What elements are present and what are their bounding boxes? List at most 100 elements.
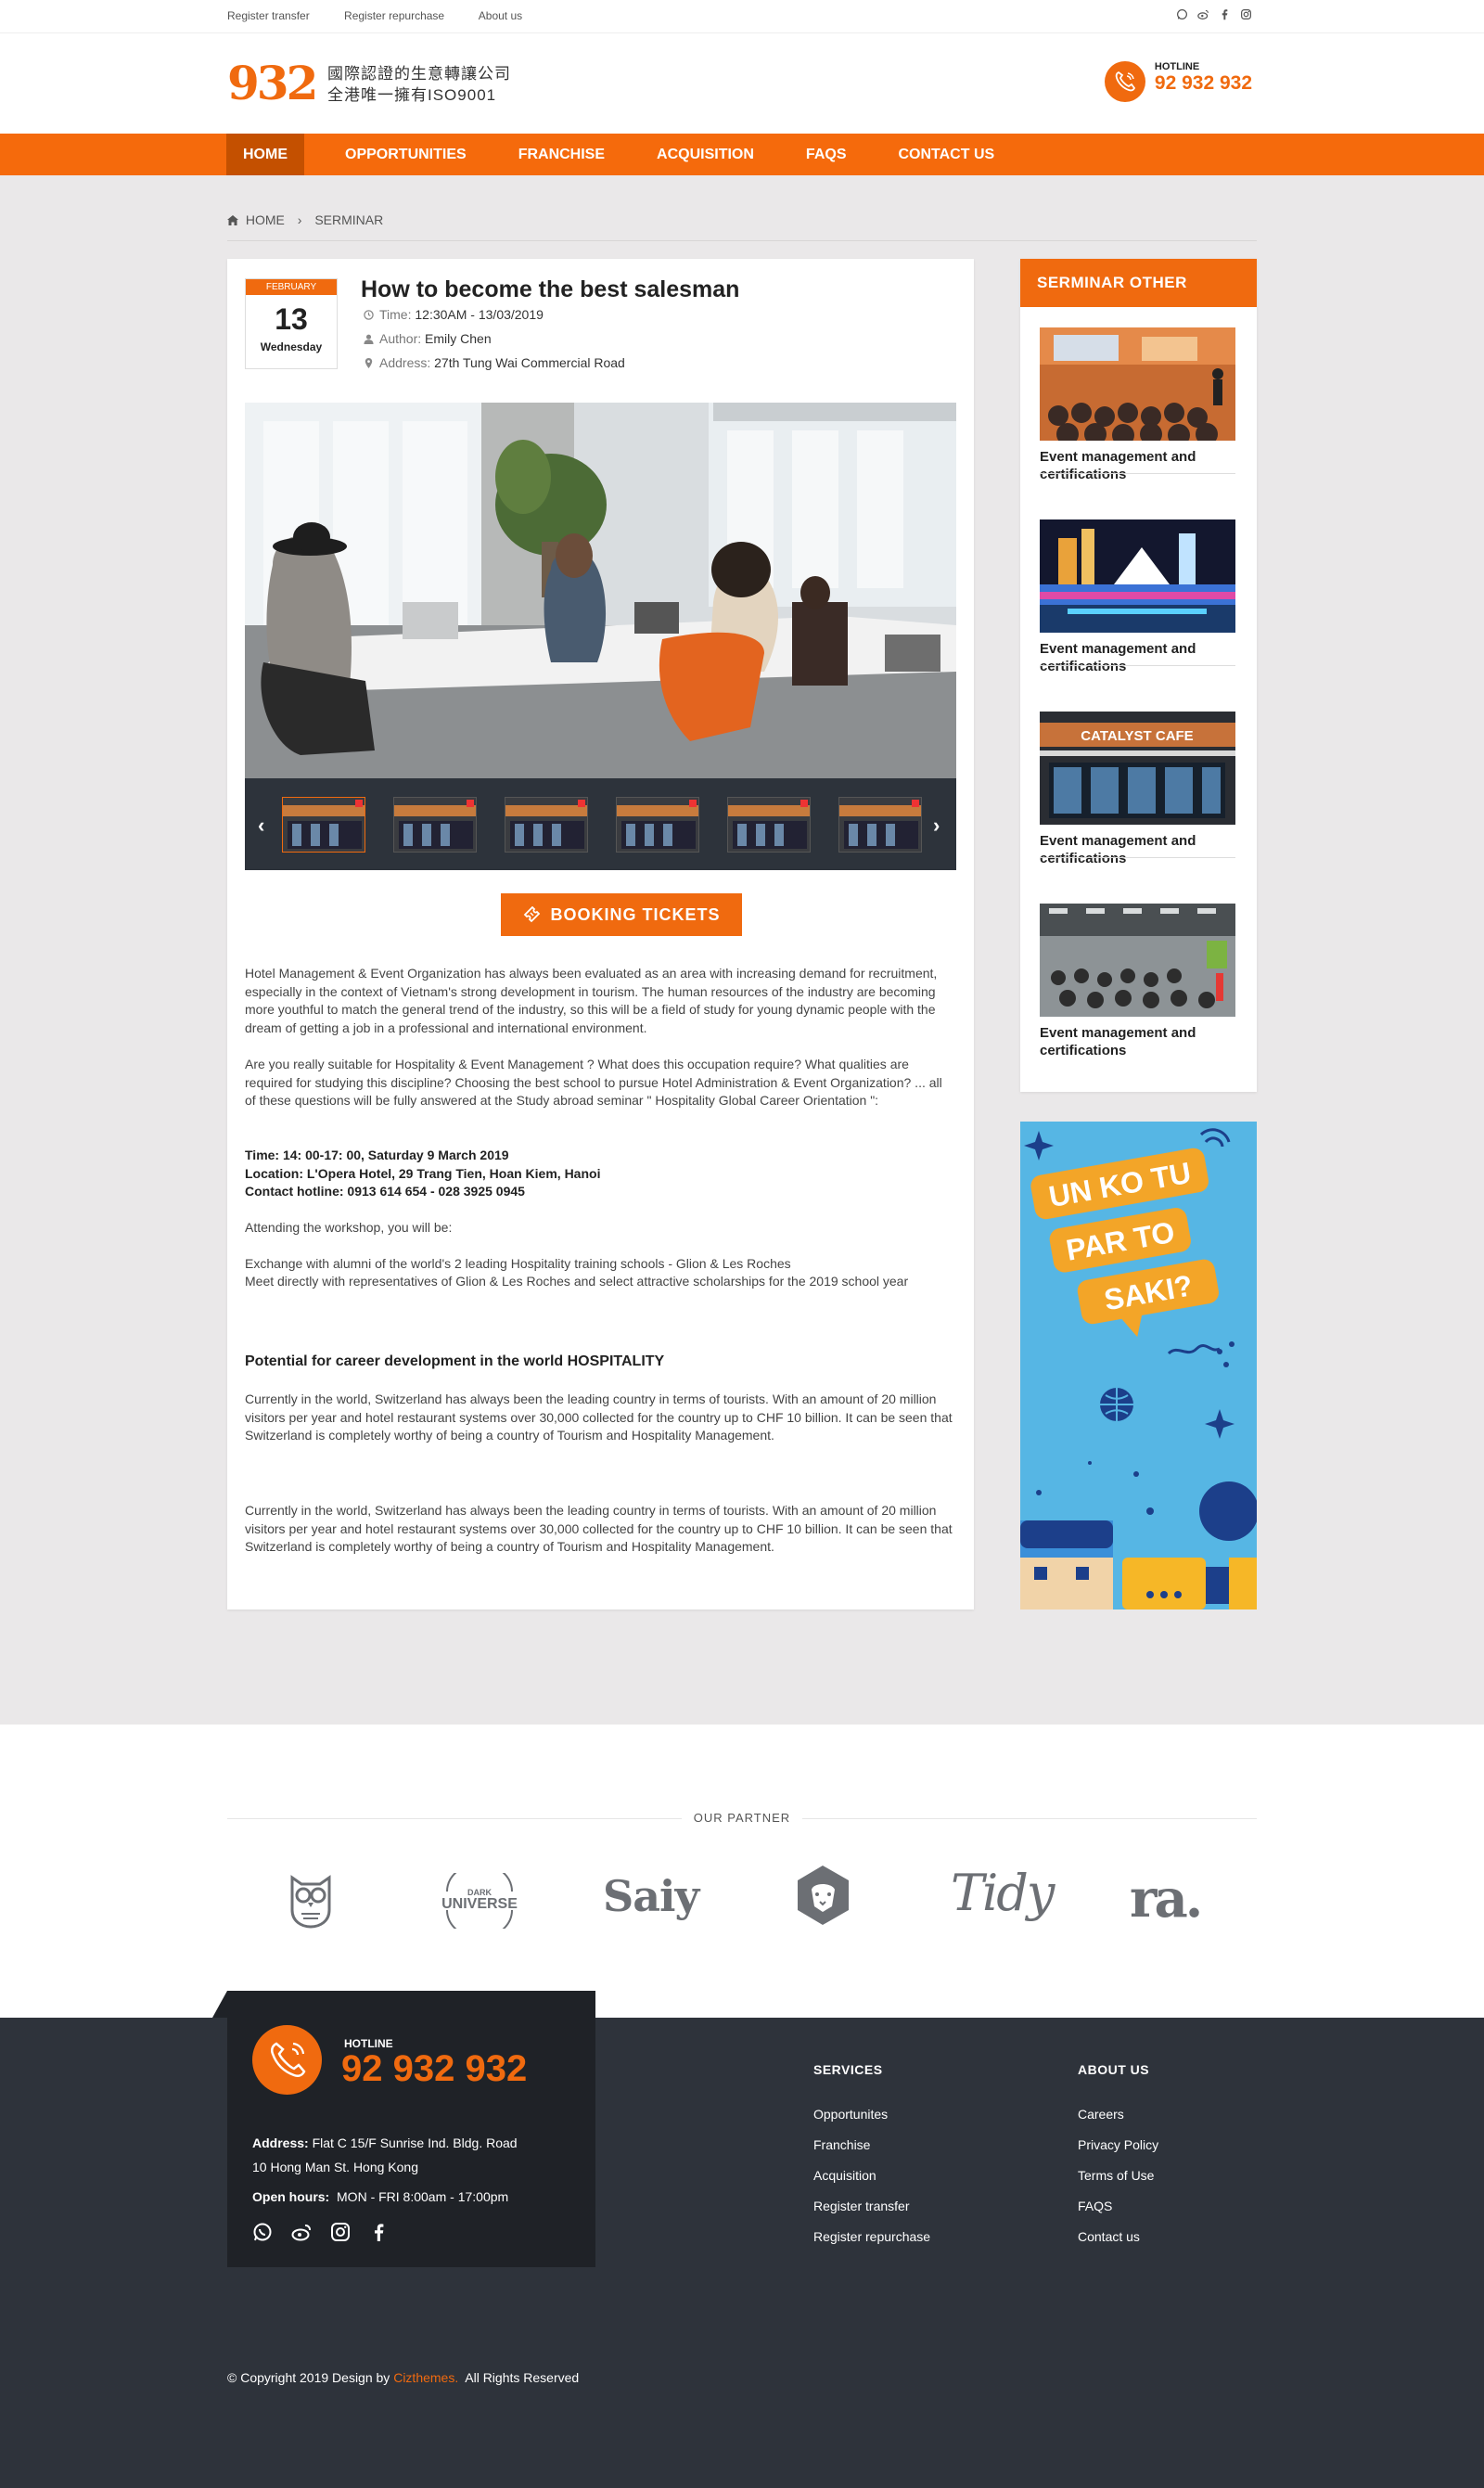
- article-paragraph: Currently in the world, Switzerland has …: [245, 1503, 953, 1554]
- partner-tidy-logo[interactable]: Tidy: [951, 1864, 1055, 1922]
- sidebar-divider: [1040, 665, 1235, 666]
- author-label: Author:: [379, 331, 422, 346]
- seminar-caption[interactable]: Event management and certifications: [1040, 1024, 1235, 1059]
- logo-line-2: 全港唯一擁有ISO9001: [327, 86, 497, 104]
- footer-hotline-number[interactable]: 92 932 932: [341, 2048, 527, 2090]
- footer-link-privacy-policy[interactable]: Privacy Policy: [1078, 2137, 1158, 2152]
- nav-home[interactable]: HOME: [226, 134, 304, 175]
- hotline-number[interactable]: 92 932 932: [1155, 72, 1252, 95]
- cizthemes-link[interactable]: Cizthemes.: [393, 2370, 458, 2385]
- info-contact: Contact hotline: 0913 614 654 - 028 3925…: [245, 1184, 525, 1199]
- carousel-thumbnail[interactable]: [727, 797, 811, 853]
- svg-text:CATALYST CAFE: CATALYST CAFE: [1081, 728, 1193, 744]
- seminar-caption[interactable]: Event management and certifications: [1040, 640, 1235, 675]
- sidebar-seminar-item[interactable]: Event management and certifications: [1040, 327, 1235, 483]
- services-title: SERVICES: [813, 2062, 883, 2077]
- footer-link-careers[interactable]: Careers: [1078, 2107, 1158, 2122]
- event-detail-card: FEBRUARY 13 Wednesday How to become the …: [227, 259, 974, 1610]
- footer-link-franchise[interactable]: Franchise: [813, 2137, 930, 2152]
- partner-ra-logo[interactable]: ra.: [1130, 1868, 1203, 1930]
- logo-line-1: 國際認證的生意轉讓公司: [327, 65, 511, 83]
- seminar-thumbnail[interactable]: [1040, 519, 1235, 633]
- instagram-icon[interactable]: [330, 2222, 351, 2242]
- footer-link-register-repurchase[interactable]: Register repurchase: [813, 2229, 930, 2244]
- weibo-icon[interactable]: [1197, 8, 1209, 20]
- location-pin-icon: [365, 358, 373, 368]
- logo-number[interactable]: 932: [227, 56, 318, 110]
- nav-acquisition[interactable]: ACQUISITION: [640, 134, 771, 175]
- partner-lion-logo[interactable]: [793, 1864, 853, 1931]
- address-label: Address:: [379, 355, 431, 370]
- whatsapp-icon[interactable]: [252, 2222, 273, 2242]
- carousel-thumbnail[interactable]: [393, 797, 477, 853]
- seminar-caption[interactable]: Event management and certifications: [1040, 448, 1235, 483]
- facebook-icon[interactable]: [369, 2222, 390, 2242]
- sidebar-seminar-item[interactable]: CATALYST CAFE Event management and certi…: [1040, 712, 1235, 867]
- breadcrumb: HOME › SERMINAR: [227, 212, 383, 227]
- breadcrumb-current: SERMINAR: [314, 212, 384, 227]
- seminar-thumbnail[interactable]: [1040, 904, 1235, 1017]
- breadcrumb-home[interactable]: HOME: [246, 212, 285, 227]
- header-hotline[interactable]: HOTLINE 92 932 932: [1104, 61, 1252, 102]
- time-value: 12:30AM - 13/03/2019: [415, 307, 544, 322]
- facebook-icon[interactable]: [1219, 8, 1231, 20]
- main-area: HOME › SERMINAR FEBRUARY 13 Wednesday Ho…: [0, 175, 1484, 1725]
- booking-tickets-button[interactable]: BOOKING TICKETS: [501, 893, 742, 936]
- whatsapp-icon[interactable]: [1176, 8, 1188, 20]
- nav-faqs[interactable]: FAQS: [789, 134, 864, 175]
- footer-link-faqs[interactable]: FAQS: [1078, 2199, 1158, 2213]
- instagram-icon[interactable]: [1240, 8, 1252, 20]
- footer-services-column: SERVICES Opportunites Franchise Acquisit…: [813, 2062, 930, 2260]
- carousel-thumbnail[interactable]: [282, 797, 365, 853]
- nav-contact-us[interactable]: CONTACT US: [881, 134, 1011, 175]
- footer-link-acquisition[interactable]: Acquisition: [813, 2168, 930, 2183]
- footer-link-terms-of-use[interactable]: Terms of Use: [1078, 2168, 1158, 2183]
- footer-about-column: ABOUT US Careers Privacy Policy Terms of…: [1078, 2062, 1158, 2260]
- sidebar-seminar-item[interactable]: Event management and certifications: [1040, 904, 1235, 1059]
- footer-social-icons: [252, 2222, 390, 2242]
- carousel-thumbnail[interactable]: [838, 797, 922, 853]
- register-repurchase-link[interactable]: Register repurchase: [344, 9, 444, 22]
- footer-link-opportunites[interactable]: Opportunites: [813, 2107, 930, 2122]
- advertisement-banner[interactable]: UN KO TU PAR TO SAKI?: [1020, 1122, 1257, 1610]
- seminar-caption[interactable]: Event management and certifications: [1040, 832, 1235, 867]
- footer-link-contact-us[interactable]: Contact us: [1078, 2229, 1158, 2244]
- seminar-thumbnail[interactable]: CATALYST CAFE: [1040, 712, 1235, 825]
- about-us-link[interactable]: About us: [479, 9, 522, 22]
- sidebar-seminar-item[interactable]: Event management and certifications: [1040, 519, 1235, 675]
- address-value: 27th Tung Wai Commercial Road: [434, 355, 625, 370]
- info-location: Location: L'Opera Hotel, 29 Trang Tien, …: [245, 1166, 601, 1181]
- top-social-icons: [1176, 8, 1252, 20]
- top-bar: Register transfer Register repurchase Ab…: [0, 0, 1484, 33]
- carousel-thumbnail[interactable]: [505, 797, 588, 853]
- partner-dark-universe-logo[interactable]: DARK UNIVERSE: [433, 1863, 526, 1939]
- time-label: Time:: [379, 307, 412, 322]
- carousel-thumbnail[interactable]: [616, 797, 699, 853]
- address-label: Address:: [252, 2135, 309, 2150]
- carousel-prev-icon[interactable]: ‹: [258, 814, 264, 838]
- carousel-next-icon[interactable]: ›: [933, 814, 940, 838]
- nav-franchise[interactable]: FRANCHISE: [502, 134, 621, 175]
- event-weekday: Wednesday: [260, 340, 323, 353]
- register-transfer-link[interactable]: Register transfer: [227, 9, 310, 22]
- author-value: Emily Chen: [425, 331, 492, 346]
- nav-opportunities[interactable]: OPPORTUNITIES: [328, 134, 483, 175]
- logo-tagline: 國際認證的生意轉讓公司 全港唯一擁有ISO9001: [327, 63, 511, 106]
- article-paragraph: Hotel Management & Event Organization ha…: [245, 966, 938, 1035]
- footer-link-register-transfer[interactable]: Register transfer: [813, 2199, 930, 2213]
- footer-address: Address: Flat C 15/F Sunrise Ind. Bldg. …: [252, 2131, 518, 2209]
- info-time: Time: 14: 00-17: 00, Saturday 9 March 20…: [245, 1148, 509, 1162]
- weibo-icon[interactable]: [291, 2222, 312, 2242]
- partner-saiy-logo[interactable]: Saiy: [603, 1871, 699, 1921]
- address-line-2: 10 Hong Man St. Hong Kong: [252, 2160, 419, 2174]
- partner-owl-logo[interactable]: [278, 1864, 343, 1933]
- seminar-thumbnail[interactable]: [1040, 327, 1235, 441]
- home-icon: [227, 215, 238, 225]
- event-title: How to become the best salesman: [361, 276, 740, 302]
- event-author: Author: Emily Chen: [364, 331, 492, 346]
- clock-icon: [364, 310, 374, 320]
- svg-text:UNIVERSE: UNIVERSE: [441, 1896, 518, 1912]
- footer-contact-card: HOTLINE 92 932 932 Address: Flat C 15/F …: [212, 1991, 595, 2267]
- breadcrumb-separator-icon: ›: [297, 212, 302, 227]
- article-paragraph: Attending the workshop, you will be:: [245, 1220, 453, 1235]
